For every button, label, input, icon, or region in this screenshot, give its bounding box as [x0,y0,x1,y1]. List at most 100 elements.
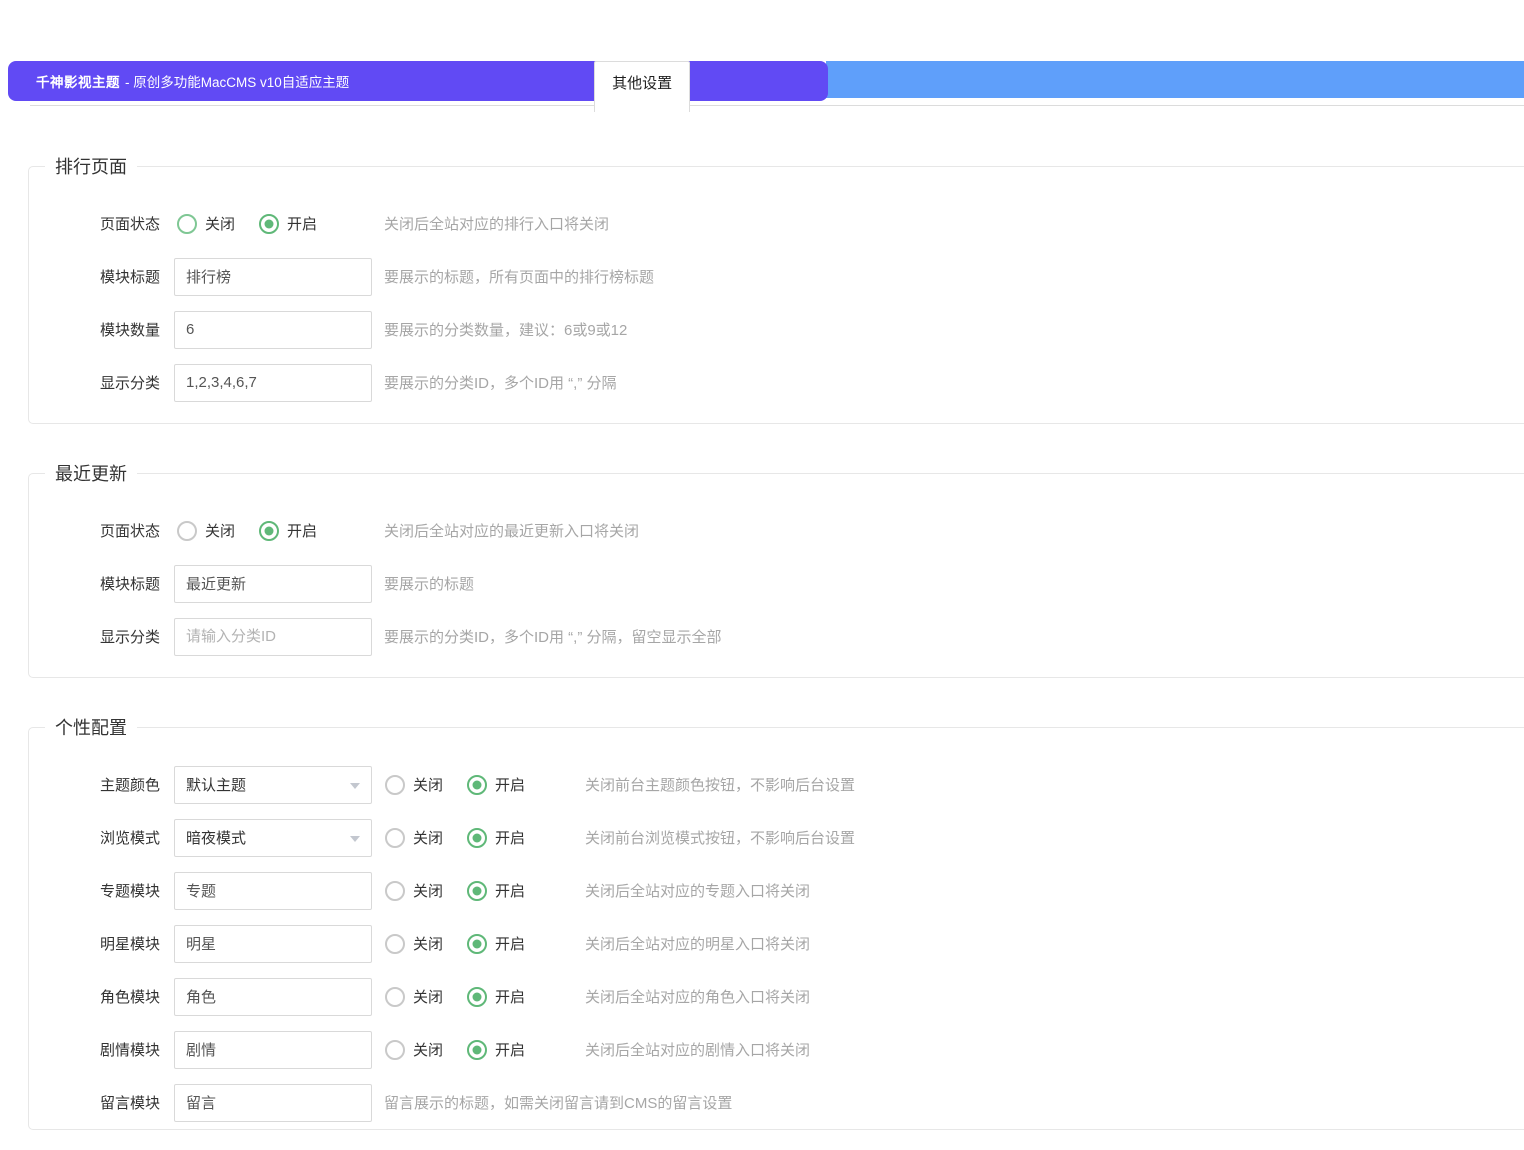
theme-color-radio-group: 关闭 开启 [385,774,573,795]
radio-circle-icon [385,934,405,954]
form-row-star-module: 明星模块 关闭 开启 关闭后全站对应的明星入口将关闭 [29,917,1524,970]
app-subtitle: - 原创多功能MacCMS v10自适应主题 [125,71,349,91]
radio-option-on[interactable]: 开启 [259,213,317,234]
ranking-module-title-input[interactable] [174,258,372,296]
radio-option-on[interactable]: 开启 [467,774,525,795]
star-module-radio-group: 关闭 开启 [385,933,573,954]
radio-option-on[interactable]: 开启 [467,827,525,848]
role-module-input[interactable] [174,978,372,1016]
form-row-browse-mode: 浏览模式 暗夜模式 关闭 开启 关闭前台浏览模式按钮，不影响后台设置 [29,811,1524,864]
radio-circle-checked-icon [467,828,487,848]
radio-label: 开启 [495,933,525,954]
radio-circle-icon [385,881,405,901]
help-text: 要展示的标题，所有页面中的排行榜标题 [384,266,654,287]
field-label: 剧情模块 [29,1039,160,1060]
app-header: 千神影视主题 - 原创多功能MacCMS v10自适应主题 [8,61,828,101]
radio-circle-icon [385,1040,405,1060]
help-text: 关闭前台浏览模式按钮，不影响后台设置 [585,827,855,848]
help-text: 要展示的分类ID，多个ID用 “,” 分隔，留空显示全部 [384,626,722,647]
theme-color-select[interactable]: 默认主题 [174,766,372,804]
chevron-down-icon [350,783,360,789]
radio-circle-icon [385,775,405,795]
ranking-show-categories-input[interactable] [174,364,372,402]
radio-option-on[interactable]: 开启 [259,520,317,541]
help-text: 关闭后全站对应的排行入口将关闭 [384,213,609,234]
help-text: 要展示的标题 [384,573,474,594]
radio-label: 关闭 [413,986,443,1007]
message-module-input[interactable] [174,1084,372,1122]
radio-label: 开启 [495,1039,525,1060]
radio-option-off[interactable]: 关闭 [385,933,443,954]
radio-option-on[interactable]: 开启 [467,986,525,1007]
radio-circle-checked-icon [467,881,487,901]
form-row-page-status: 页面状态 关闭 开启 关闭后全站对应的排行入口将关闭 [29,197,1524,250]
plot-module-radio-group: 关闭 开启 [385,1039,573,1060]
form-row-show-categories: 显示分类 要展示的分类ID，多个ID用 “,” 分隔 [29,356,1524,409]
radio-circle-icon [177,521,197,541]
radio-label: 开启 [495,880,525,901]
radio-option-off[interactable]: 关闭 [177,213,235,234]
field-label: 主题颜色 [29,774,160,795]
chevron-down-icon [350,836,360,842]
radio-label: 关闭 [205,213,235,234]
radio-option-on[interactable]: 开启 [467,880,525,901]
browse-mode-select[interactable]: 暗夜模式 [174,819,372,857]
radio-label: 开启 [495,827,525,848]
form-row-theme-color: 主题颜色 默认主题 关闭 开启 关闭前台主题颜色按钮，不影响后台设置 [29,758,1524,811]
help-text: 要展示的分类数量，建议：6或9或12 [384,319,627,340]
radio-option-off[interactable]: 关闭 [385,1039,443,1060]
ranking-module-count-input[interactable] [174,311,372,349]
form-row-module-title: 模块标题 要展示的标题，所有页面中的排行榜标题 [29,250,1524,303]
form-row-module-count: 模块数量 要展示的分类数量，建议：6或9或12 [29,303,1524,356]
help-text: 关闭后全站对应的明星入口将关闭 [585,933,810,954]
radio-circle-checked-icon [467,934,487,954]
radio-label: 开启 [287,213,317,234]
radio-option-on[interactable]: 开启 [467,1039,525,1060]
radio-circle-icon [177,214,197,234]
page-status-radio-group: 关闭 开启 [174,213,372,234]
form-row-show-categories: 显示分类 要展示的分类ID，多个ID用 “,” 分隔，留空显示全部 [29,610,1524,663]
radio-option-on[interactable]: 开启 [467,933,525,954]
radio-option-off[interactable]: 关闭 [385,986,443,1007]
form-row-message-module: 留言模块 留言展示的标题，如需关闭留言请到CMS的留言设置 [29,1076,1524,1129]
radio-option-off[interactable]: 关闭 [385,827,443,848]
star-module-input[interactable] [174,925,372,963]
app-title: 千神影视主题 [36,71,120,91]
field-label: 页面状态 [29,520,160,541]
radio-option-off[interactable]: 关闭 [385,774,443,795]
form-row-role-module: 角色模块 关闭 开启 关闭后全站对应的角色入口将关闭 [29,970,1524,1023]
help-text: 关闭后全站对应的剧情入口将关闭 [585,1039,810,1060]
recent-module-title-input[interactable] [174,565,372,603]
section-legend: 排行页面 [45,153,137,179]
tab-other-settings[interactable]: 其他设置 [594,61,690,112]
help-text: 关闭前台主题颜色按钮，不影响后台设置 [585,774,855,795]
radio-circle-checked-icon [467,1040,487,1060]
field-label: 专题模块 [29,880,160,901]
radio-label: 关闭 [413,880,443,901]
radio-label: 关闭 [205,520,235,541]
select-value: 默认主题 [186,774,246,795]
radio-label: 开启 [495,774,525,795]
help-text: 关闭后全站对应的专题入口将关闭 [585,880,810,901]
radio-label: 关闭 [413,827,443,848]
recent-show-categories-input[interactable] [174,618,372,656]
field-label: 浏览模式 [29,827,160,848]
radio-option-off[interactable]: 关闭 [177,520,235,541]
topic-module-input[interactable] [174,872,372,910]
field-label: 模块标题 [29,573,160,594]
role-module-radio-group: 关闭 开启 [385,986,573,1007]
section-recent-updates: 最近更新 页面状态 关闭 开启 关闭后全站对应的最近更新入口将关闭 模块标题 要… [28,460,1524,678]
plot-module-input[interactable] [174,1031,372,1069]
page-status-radio-group: 关闭 开启 [174,520,372,541]
radio-option-off[interactable]: 关闭 [385,880,443,901]
radio-label: 关闭 [413,933,443,954]
form-row-plot-module: 剧情模块 关闭 开启 关闭后全站对应的剧情入口将关闭 [29,1023,1524,1076]
outer-admin-bar [826,61,1524,98]
form-row-page-status: 页面状态 关闭 开启 关闭后全站对应的最近更新入口将关闭 [29,504,1524,557]
field-label: 模块数量 [29,319,160,340]
select-value: 暗夜模式 [186,827,246,848]
field-label: 明星模块 [29,933,160,954]
radio-circle-checked-icon [467,987,487,1007]
radio-label: 关闭 [413,774,443,795]
help-text: 留言展示的标题，如需关闭留言请到CMS的留言设置 [384,1092,732,1113]
